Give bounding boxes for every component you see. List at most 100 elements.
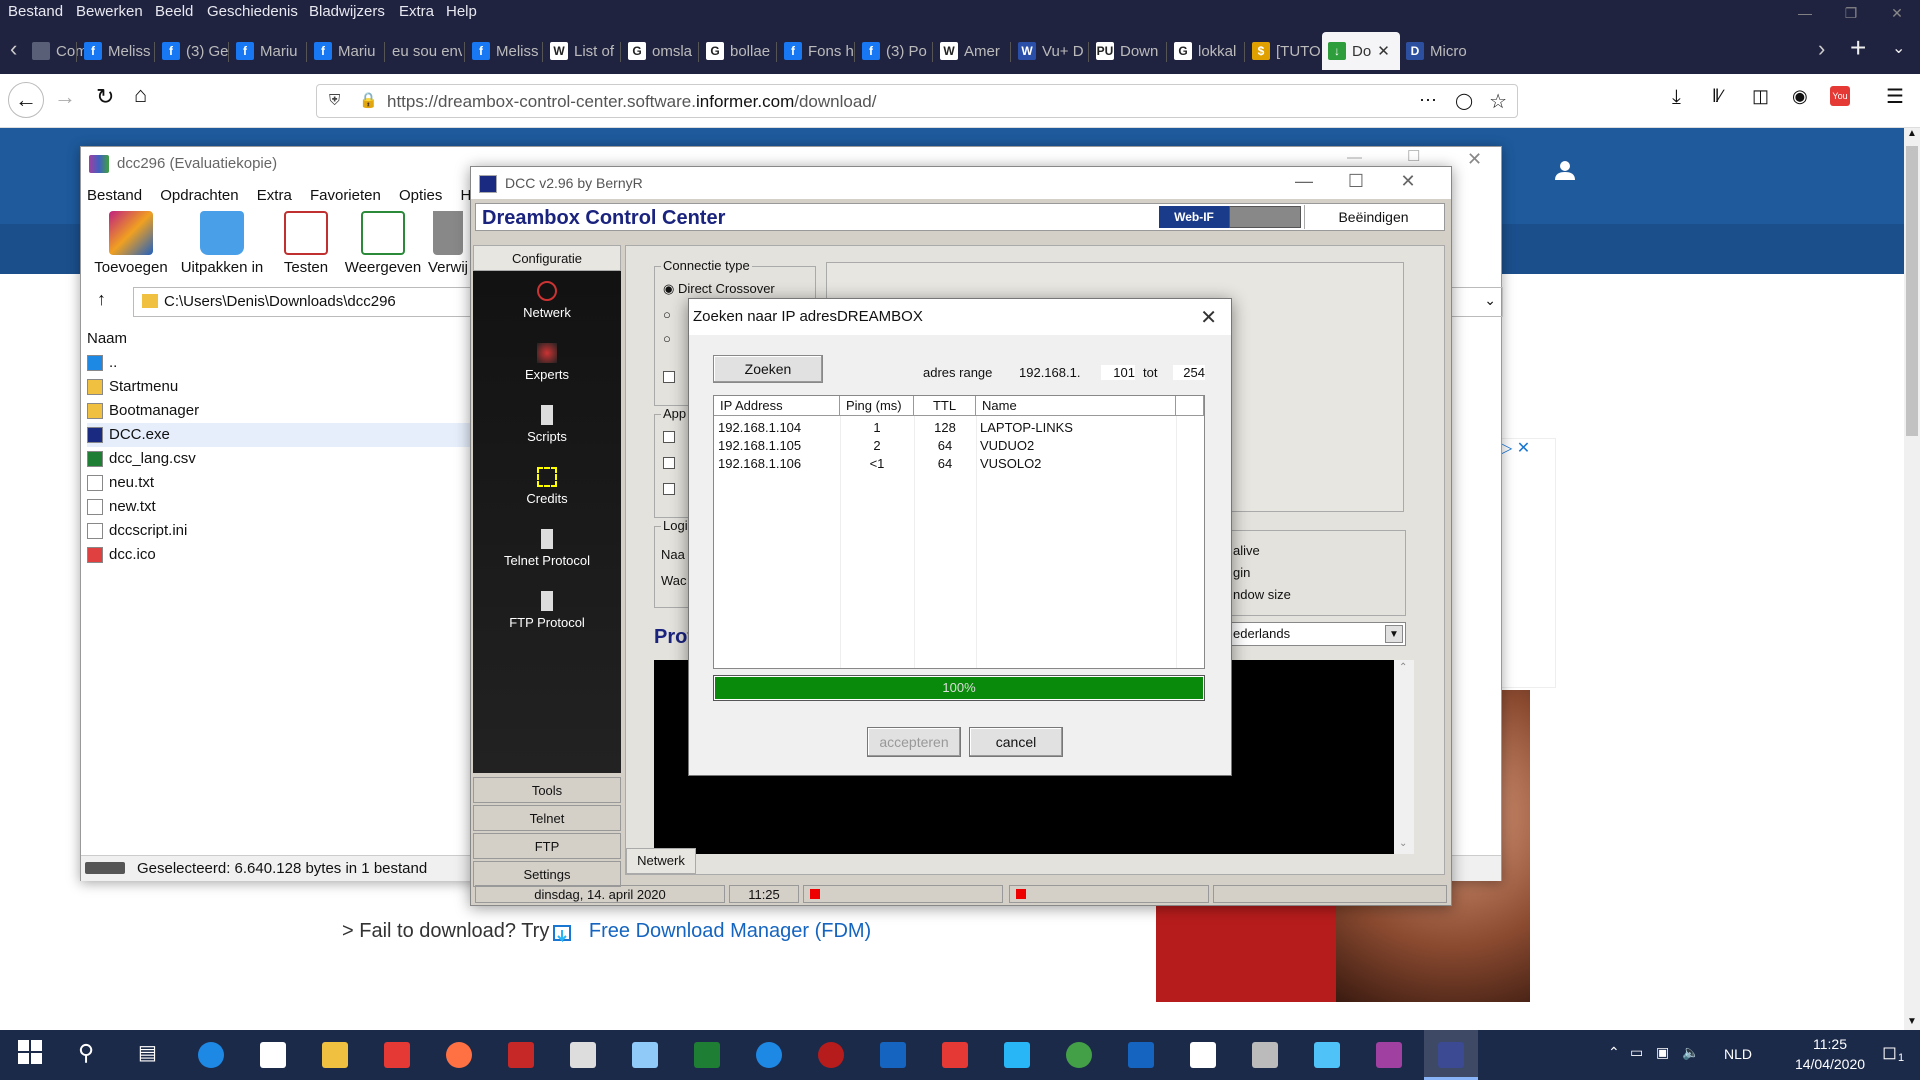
radio-direct-crossover[interactable]: ◉ Direct Crossover [663,281,775,297]
protocol-scrollbar[interactable]: ⌃ ⌄ [1394,660,1414,854]
file-row[interactable]: DCC.exe [87,423,487,447]
sidebar-header-configuratie[interactable]: Configuratie [473,245,621,271]
browser-tab[interactable]: f Meliss [466,32,542,70]
app-checkbox-3[interactable] [663,483,675,495]
web-if-button[interactable]: Web-IF [1159,206,1229,228]
range-from-input[interactable]: 101 [1101,365,1135,380]
sidebar-item-telnet-protocol[interactable]: Telnet Protocol [473,529,621,568]
clock-time[interactable]: 11:25 [1790,1036,1870,1052]
tab-list-icon[interactable]: ⌄ [1892,38,1905,58]
rar-menu-extra[interactable]: Extra [257,187,292,204]
winrar-close-icon[interactable]: ✕ [1467,149,1482,170]
sidebar-item-experts[interactable]: Experts [473,343,621,382]
calculator-icon[interactable] [570,1042,596,1068]
downloads-icon[interactable]: ⤓ [1672,86,1681,109]
up-folder-icon[interactable]: ↑ [97,289,106,310]
browser-tab[interactable]: Glokkal [1168,32,1244,70]
browser-tab[interactable]: f Mariu [230,32,306,70]
accept-button[interactable]: accepteren [867,727,961,757]
scroll-down-icon[interactable]: ▼ [1907,1016,1917,1027]
archive-icon[interactable] [1252,1042,1278,1068]
forward-icon[interactable]: → [54,84,76,110]
minimize-icon[interactable]: — [1782,0,1828,26]
file-row[interactable]: new.txt [87,495,487,519]
dcc-maximize-icon[interactable]: ☐ [1333,171,1379,192]
menu-bewerken[interactable]: Bewerken [76,3,143,20]
save-disk-icon[interactable] [1128,1042,1154,1068]
radio-option-2[interactable]: ○ [663,307,671,322]
pocket-icon[interactable]: ◯ [1455,91,1473,111]
acrobat-icon[interactable] [384,1042,410,1068]
winrar-minimize-icon[interactable]: — [1347,149,1362,166]
page-actions-icon[interactable]: ⋯ [1419,90,1437,111]
browser-tab[interactable]: f Mariu [308,32,384,70]
sync-icon[interactable] [1004,1042,1030,1068]
antivirus-icon[interactable] [818,1042,844,1068]
column-name[interactable]: Name [976,396,1176,416]
radio-option-3[interactable]: ○ [663,331,671,346]
winrar-maximize-icon[interactable]: ☐ [1407,147,1420,165]
hamburger-menu-icon[interactable]: ☰ [1886,84,1904,109]
range-to-input[interactable]: 254 [1173,365,1205,380]
sidebar-icon[interactable]: ◫ [1752,86,1769,107]
browser-tab[interactable]: W List of [544,32,620,70]
menu-geschiedenis[interactable]: Geschiedenis [207,3,298,20]
file-row[interactable]: Bootmanager [87,399,487,423]
file-row[interactable]: .. [87,351,487,375]
cancel-button[interactable]: cancel [969,727,1063,757]
rar-menu-favorieten[interactable]: Favorieten [310,187,381,204]
column-ttl[interactable]: TTL [914,396,976,416]
lock-icon[interactable]: 🔒 [359,91,378,109]
toevoegen-button[interactable]: Toevoegen [93,211,169,276]
browser-tab[interactable]: Gomsla [622,32,698,70]
fdm-icon[interactable] [552,922,576,946]
library-icon[interactable]: ‖∕ [1712,86,1722,107]
tabs-scroll-right-icon[interactable]: › [1818,36,1825,62]
user-icon[interactable] [1553,158,1577,182]
reload-icon[interactable]: ↻ [96,84,114,110]
browser-tab[interactable]: eu sou env [386,32,462,70]
option-login[interactable]: gin [1233,565,1250,580]
dropdown-arrow-icon[interactable]: ▼ [1385,625,1403,643]
firefox-icon[interactable] [446,1042,472,1068]
scroll-down-icon[interactable]: ⌄ [1399,838,1407,849]
dcc-close-icon[interactable]: ✕ [1385,171,1431,192]
word-icon[interactable] [880,1042,906,1068]
dcc-minimize-icon[interactable]: — [1281,171,1327,192]
browser-tab[interactable]: f Meliss [78,32,154,70]
ip-results-table[interactable]: IP Address Ping (ms) TTL Name 192.168.1.… [713,395,1205,669]
ftp-button[interactable]: FTP [473,833,621,859]
windows-start-icon[interactable] [18,1040,48,1070]
task-view-icon[interactable]: ▤ [138,1040,168,1070]
file-row[interactable]: dcc.ico [87,543,487,567]
tracking-shield-icon[interactable]: ⛨ [329,92,340,109]
browser-tab[interactable]: W Vu+ D [1012,32,1088,70]
sidebar-item-netwerk[interactable]: Netwerk [473,281,621,320]
winrar-icon[interactable] [1376,1042,1402,1068]
path-dropdown-icon[interactable]: ⌄ [1484,292,1496,309]
volume-icon[interactable]: 🔈 [1682,1044,1699,1061]
browser-tab[interactable]: W Amer [934,32,1010,70]
menu-beeld[interactable]: Beeld [155,3,193,20]
column-ip-address[interactable]: IP Address [714,396,840,416]
url-text[interactable]: https://dreambox-control-center.software… [387,92,876,112]
verwijderen-button[interactable]: Verwij [425,211,471,276]
browser-tab[interactable]: D Micro [1400,32,1476,70]
tools-button[interactable]: Tools [473,777,621,803]
column-ping[interactable]: Ping (ms) [840,396,914,416]
weergeven-button[interactable]: Weergeven [341,211,425,276]
youtube-icon[interactable]: You [1830,86,1850,106]
quit-button[interactable]: Beëindigen [1304,205,1442,229]
menu-help[interactable]: Help [446,3,477,20]
rar-menu-opties[interactable]: Opties [399,187,442,204]
url-bar[interactable]: ⛨ 🔒 https://dreambox-control-center.soft… [316,84,1518,118]
ccleaner-icon[interactable] [756,1042,782,1068]
file-row[interactable]: neu.txt [87,471,487,495]
scroll-up-icon[interactable]: ▲ [1907,128,1917,139]
option-window-size[interactable]: ndow size [1233,587,1291,602]
notifications-icon[interactable]: ◻ [1882,1042,1897,1063]
app-checkbox-1[interactable] [663,431,675,443]
winrar-book-icon[interactable] [508,1042,534,1068]
clock-date[interactable]: 14/04/2020 [1782,1056,1878,1072]
tray-chevron-icon[interactable]: ⌃ [1608,1044,1620,1061]
